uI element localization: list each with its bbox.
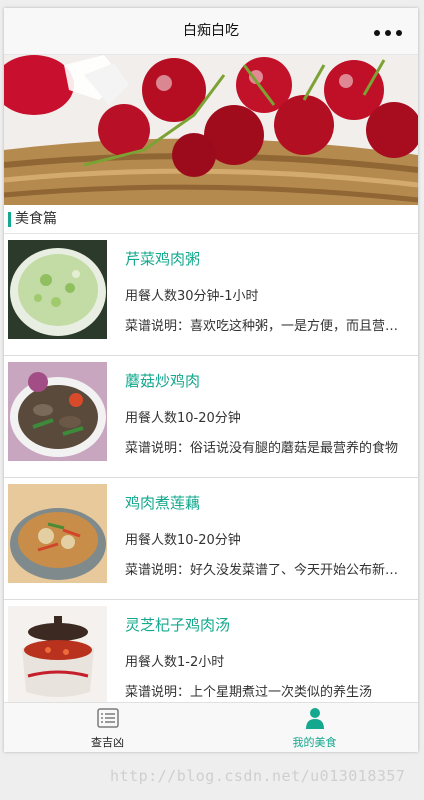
- recipe-title: 鸡肉煮莲藕: [125, 494, 201, 512]
- recipe-title: 灵芝杞子鸡肉汤: [125, 616, 231, 634]
- recipe-thumbnail: [8, 362, 107, 461]
- recipe-time: 用餐人数10-20分钟: [125, 533, 241, 548]
- tab-label: 我的美食: [292, 736, 337, 749]
- section-header: 美食篇: [4, 205, 418, 234]
- herbal-chicken-soup-image: [8, 606, 107, 705]
- phone-screen: 白痴白吃 美食篇 芹菜鸡肉粥 用餐人数30分钟-1小时 菜谱说明：喜欢吃这种粥，…: [4, 8, 418, 752]
- tab-bar: 查吉凶 我的美食: [4, 702, 418, 752]
- lotus-root-chicken-image: [8, 484, 107, 583]
- user-icon: [306, 708, 324, 729]
- page-title: 白痴白吃: [183, 23, 239, 39]
- tab-label: 查吉凶: [91, 736, 124, 749]
- recipe-description: 菜谱说明：上个星期煮过一次类似的养生汤: [125, 685, 373, 700]
- tab-my-food[interactable]: 我的美食: [211, 703, 418, 752]
- recipe-description: 菜谱说明：喜欢吃这种粥，一是方便，而且营养丰富: [125, 319, 409, 334]
- recipe-thumbnail: [8, 240, 107, 339]
- porridge-image: [8, 240, 107, 339]
- recipe-item[interactable]: 鸡肉煮莲藕 用餐人数10-20分钟 菜谱说明：好久没发菜谱了、今天开始公布新菜谱: [4, 478, 418, 600]
- recipe-item[interactable]: 芹菜鸡肉粥 用餐人数30分钟-1小时 菜谱说明：喜欢吃这种粥，一是方便，而且营养…: [4, 234, 418, 356]
- recipe-description: 菜谱说明：俗话说没有腿的蘑菇是最营养的食物: [125, 441, 399, 456]
- recipe-time: 用餐人数30分钟-1小时: [125, 289, 259, 304]
- recipe-thumbnail: [8, 606, 107, 705]
- recipe-title: 芹菜鸡肉粥: [125, 250, 201, 268]
- recipe-time: 用餐人数1-2小时: [125, 655, 225, 670]
- banner-image[interactable]: [4, 55, 418, 205]
- mushroom-chicken-image: [8, 362, 107, 461]
- watermark-text: http://blog.csdn.net/u013018357: [110, 767, 406, 785]
- section-title: 美食篇: [15, 211, 57, 227]
- recipe-thumbnail: [8, 484, 107, 583]
- recipe-time: 用餐人数10-20分钟: [125, 411, 241, 426]
- navigation-bar: 白痴白吃: [4, 8, 418, 55]
- more-menu-icon[interactable]: [374, 30, 402, 36]
- list-icon: [97, 708, 119, 728]
- recipe-title: 蘑菇炒鸡肉: [125, 372, 201, 390]
- section-accent-bar: [8, 212, 11, 227]
- recipe-description: 菜谱说明：好久没发菜谱了、今天开始公布新菜谱: [125, 563, 409, 578]
- tab-fortune[interactable]: 查吉凶: [4, 703, 211, 752]
- recipe-item[interactable]: 蘑菇炒鸡肉 用餐人数10-20分钟 菜谱说明：俗话说没有腿的蘑菇是最营养的食物: [4, 356, 418, 478]
- cherry-basket-illustration: [4, 55, 418, 205]
